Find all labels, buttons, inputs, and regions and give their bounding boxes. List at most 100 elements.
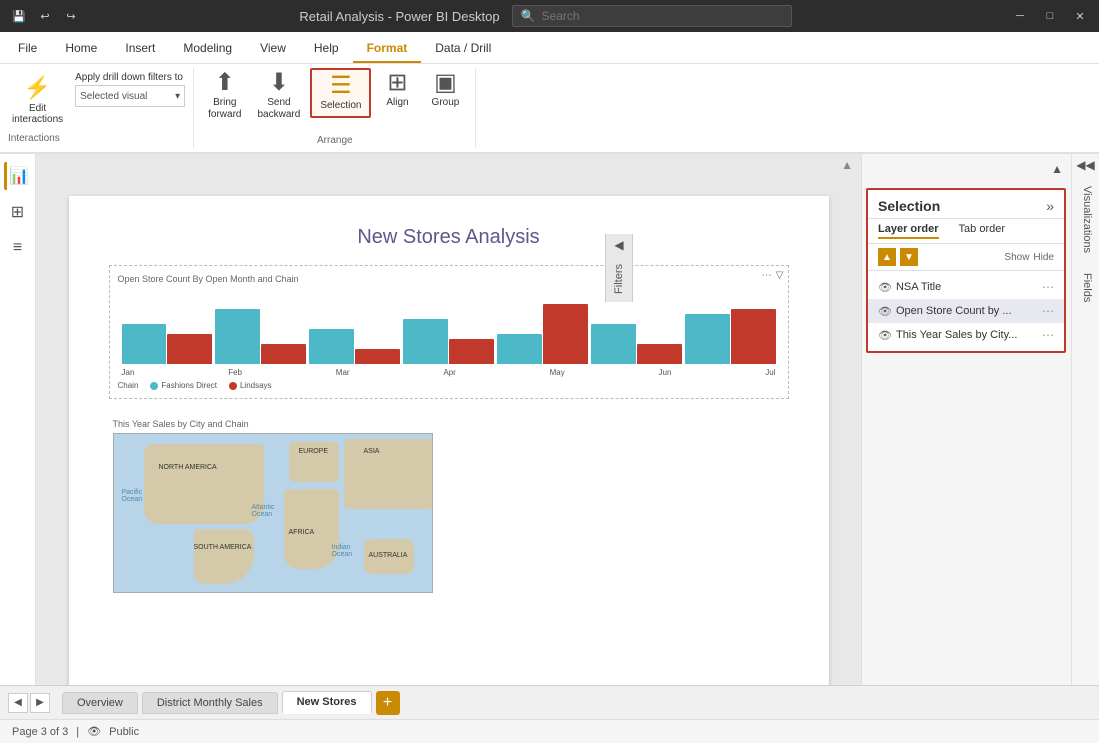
minimize-button[interactable]: ─ [1011,7,1029,25]
align-icon: ⊞ [387,71,407,95]
align-button[interactable]: ⊞ Align [375,68,419,112]
map-container[interactable]: This Year Sales by City and Chain [109,415,789,597]
tab-home[interactable]: Home [51,35,111,63]
tab-district-monthly[interactable]: District Monthly Sales [142,692,278,714]
africa-label: AFRICA [289,529,315,536]
next-page-button[interactable]: ▶ [30,693,50,713]
collapse-right-arrow[interactable]: ▲ [1047,158,1067,180]
bar-red-Jan [167,334,212,364]
bar-blue-Jun [591,324,636,364]
australia-label: AUSTRALIA [369,552,408,559]
save-icon[interactable]: 💾 [10,7,28,25]
layer-order-tab[interactable]: Layer order [878,223,939,239]
search-input[interactable] [542,9,783,23]
edit-interactions-button[interactable]: ⚡ Editinteractions [8,72,67,128]
legend-red-dot [229,382,237,390]
add-tab-button[interactable]: + [376,691,400,715]
asia-label: ASIA [364,448,380,455]
fields-panel-label[interactable]: Fields [1072,263,1099,312]
x-label-may: May [550,368,565,377]
map-title: This Year Sales by City and Chain [113,419,785,429]
move-up-button[interactable]: ▲ [878,248,896,266]
right-side-panels: ▲ Selection » Layer order Tab order ▲ ▼ … [861,154,1071,685]
bar-red-Feb [261,344,306,364]
group-button[interactable]: ▣ Group [423,68,467,112]
edit-interactions-label: Editinteractions [12,103,63,125]
ribbon-tabs: File Home Insert Modeling View Help Form… [0,32,1099,64]
europe-label: EUROPE [299,448,329,455]
sel-item-year-sales-dots[interactable]: ⋯ [1042,328,1054,342]
bar-blue-Jan [122,324,167,364]
canvas: New Stores Analysis Open Store Count By … [36,176,861,685]
bar-chart-container[interactable]: Open Store Count By Open Month and Chain… [109,265,789,399]
close-button[interactable]: ✕ [1071,7,1089,25]
bar-blue-Apr [403,319,448,364]
drill-select-value: Selected visual [80,91,147,102]
sel-item-open-store-dots[interactable]: ⋯ [1042,304,1054,318]
chart-bars [118,288,780,368]
redo-icon[interactable]: ↪ [62,7,80,25]
bar-group-Feb [215,309,306,364]
bar-blue-Jul [685,314,730,364]
status-bar: Page 3 of 3 | 👁 Public [0,719,1099,743]
selection-items-list: 👁 NSA Title ⋯ 👁 Open Store Count by ... … [868,271,1064,351]
bar-red-Jun [637,344,682,364]
collapse-filters-arrow[interactable]: ◀ [610,234,627,256]
send-backward-button[interactable]: ⬇ Sendbackward [252,68,307,124]
drill-select[interactable]: Selected visual ▾ [75,85,185,107]
sel-item-year-sales[interactable]: 👁 This Year Sales by City... ⋯ [868,323,1064,347]
bar-group-Jul [685,309,776,364]
bar-group-May [497,304,588,364]
visualizations-panel-label[interactable]: Visualizations [1072,176,1099,263]
legend-fashions-label: Fashions Direct [161,381,217,390]
scroll-up-arrow[interactable]: ▲ [36,154,861,176]
report-title: New Stores Analysis [109,226,789,249]
tab-overview[interactable]: Overview [62,692,138,714]
tab-file[interactable]: File [4,35,51,63]
arrange-buttons: ⬆ Bringforward ⬇ Sendbackward ☰ Selectio… [202,68,467,131]
sidebar-icon-layers[interactable]: ≡ [4,234,32,262]
hide-label[interactable]: Hide [1033,252,1054,263]
sel-item-nsa-label: NSA Title [896,281,941,293]
search-bar[interactable]: 🔍 [512,5,792,27]
tab-insert[interactable]: Insert [111,35,169,63]
sel-item-nsa-title[interactable]: 👁 NSA Title ⋯ [868,275,1064,299]
bar-red-May [543,304,588,364]
sel-item-open-store[interactable]: 👁 Open Store Count by ... ⋯ [868,299,1064,323]
legend-blue-dot [150,382,158,390]
bar-blue-May [497,334,542,364]
group-icon: ▣ [434,71,457,95]
chevron-down-icon: ▾ [175,91,180,102]
bring-forward-button[interactable]: ⬆ Bringforward [202,68,247,124]
sidebar-icon-bar-chart[interactable]: 📊 [4,162,32,190]
tab-help[interactable]: Help [300,35,353,63]
maximize-button[interactable]: □ [1041,7,1059,25]
interactions-group-label: Interactions [8,129,185,144]
title-bar-center: Retail Analysis - Power BI Desktop 🔍 [299,5,791,27]
chart-title: Open Store Count By Open Month and Chain [118,274,780,284]
south-america-land [194,529,254,584]
tab-order-tab[interactable]: Tab order [959,223,1005,239]
tab-new-stores[interactable]: New Stores [282,691,372,714]
undo-icon[interactable]: ↩ [36,7,54,25]
prev-page-button[interactable]: ◀ [8,693,28,713]
chart-filter-icon[interactable]: ▽ [776,270,784,281]
sidebar-icon-table[interactable]: ⊞ [4,198,32,226]
sel-item-nsa-dots[interactable]: ⋯ [1042,280,1054,294]
chart-menu-icon[interactable]: ⋯ [762,270,772,281]
tab-modeling[interactable]: Modeling [169,35,246,63]
map-background: NORTH AMERICA EUROPE ASIA SOUTH AMERICA … [113,433,433,593]
show-label[interactable]: Show [1004,252,1029,263]
selection-expand-icon[interactable]: » [1046,198,1054,214]
tab-format[interactable]: Format [353,35,422,63]
page-nav: ◀ ▶ [8,693,50,713]
move-down-button[interactable]: ▼ [900,248,918,266]
tab-data-drill[interactable]: Data / Drill [421,35,505,63]
bar-group-Jun [591,324,682,364]
collapse-far-right-arrow[interactable]: ◀◀ [1072,154,1099,176]
selection-button[interactable]: ☰ Selection [310,68,371,118]
window-controls: ─ □ ✕ [1011,7,1089,25]
tab-view[interactable]: View [246,35,300,63]
filters-label[interactable]: Filters [613,256,625,302]
right-far-panel: ◀◀ Visualizations Fields [1071,154,1099,685]
